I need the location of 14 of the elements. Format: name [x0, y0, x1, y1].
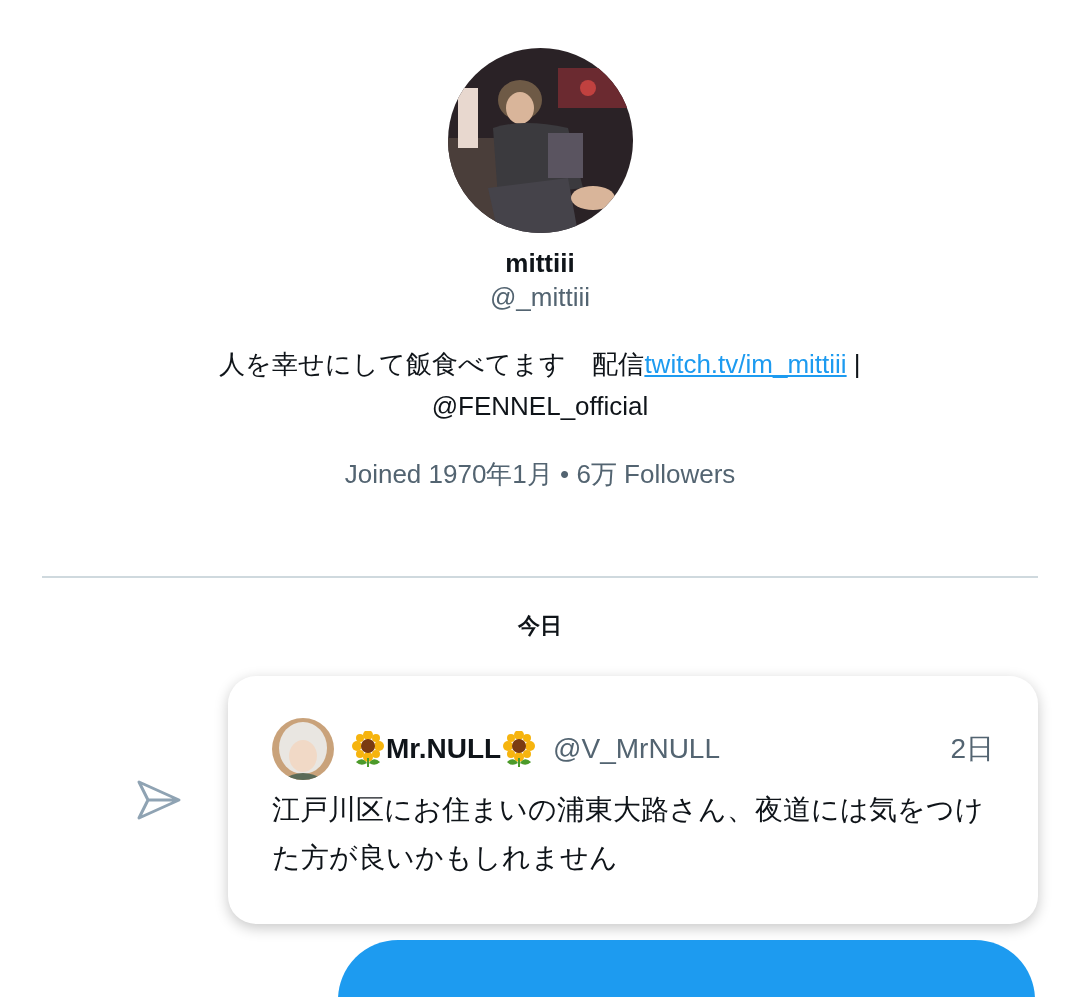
- tweet-time: 2日: [950, 732, 994, 767]
- author-handle: @V_MrNULL: [553, 732, 720, 767]
- send-icon[interactable]: [136, 779, 182, 822]
- quoted-tweet-card[interactable]: Mr.NULL @V_MrNULL 2日 江戸川区にお住まいの浦東大路さん、夜道には気をつけた方が良いかもしれません: [228, 676, 1038, 925]
- sunflower-icon: [501, 731, 538, 768]
- author-name: Mr.NULL: [386, 732, 502, 767]
- date-separator: 今日: [518, 611, 562, 640]
- tweet-text: 江戸川区にお住まいの浦東大路さん、夜道には気をつけた方が良いかもしれません: [272, 793, 985, 876]
- profile-meta: Joined 1970年1月 • 6万 Followers: [344, 457, 736, 491]
- sunflower-icon: [350, 731, 386, 768]
- profile-bio: 人を幸せにして飯食べてます 配信twitch.tv/im_mittiii | @FENNEL_official: [218, 347, 862, 423]
- profile-name: mittiii: [505, 247, 575, 280]
- profile-handle: @_mittiii: [489, 280, 591, 314]
- bio-mention[interactable]: @FENNEL_official: [431, 390, 649, 421]
